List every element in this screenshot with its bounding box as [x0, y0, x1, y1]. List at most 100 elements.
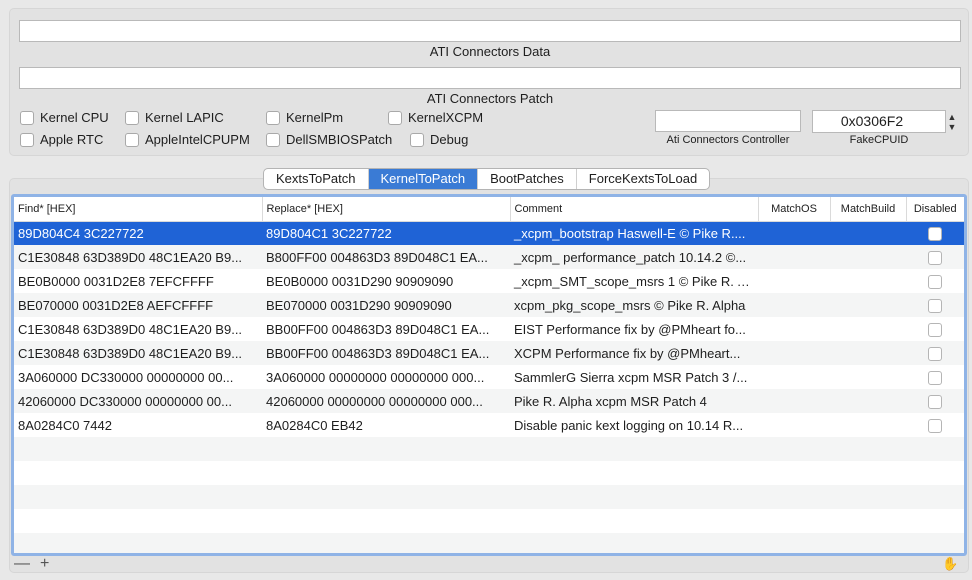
cell-matchbuild[interactable]: [830, 293, 906, 317]
cell-matchos[interactable]: [758, 245, 830, 269]
ati-connectors-controller-field[interactable]: [655, 110, 801, 132]
cell-find[interactable]: BE070000 0031D2E8 AEFCFFFF: [14, 293, 262, 317]
table-row[interactable]: BE070000 0031D2E8 AEFCFFFF BE070000 0031D…: [14, 293, 964, 317]
table-row[interactable]: 3A060000 DC330000 00000000 00... 3A060000…: [14, 365, 964, 389]
ati-connectors-data-field[interactable]: [19, 20, 961, 42]
fakecpuid-field[interactable]: 0x0306F2: [812, 110, 946, 133]
disabled-checkbox[interactable]: [928, 250, 942, 265]
column-header-matchos[interactable]: MatchOS: [758, 197, 831, 222]
kernel-cpu-checkbox[interactable]: Kernel CPU: [20, 110, 109, 125]
cell-replace[interactable]: 8A0284C0 EB42: [262, 413, 510, 437]
cell-find[interactable]: 3A060000 DC330000 00000000 00...: [14, 365, 262, 389]
cell-comment[interactable]: SammlerG Sierra xcpm MSR Patch 3 /...: [510, 365, 758, 389]
apple-intel-cpupm-checkbox[interactable]: AppleIntelCPUPM: [125, 132, 250, 147]
table-row[interactable]: BE0B0000 0031D2E8 7EFCFFFF BE0B0000 0031D…: [14, 269, 964, 293]
table-row[interactable]: 42060000 DC330000 00000000 00... 42060000…: [14, 389, 964, 413]
disabled-checkbox[interactable]: [928, 394, 942, 409]
cell-matchos[interactable]: [758, 341, 830, 365]
apple-rtc-checkbox[interactable]: Apple RTC: [20, 132, 103, 147]
cell-comment[interactable]: XCPM Performance fix by @PMheart...: [510, 341, 758, 365]
cell-matchbuild[interactable]: [830, 389, 906, 413]
cell-comment[interactable]: _xcpm_ performance_patch 10.14.2 ©...: [510, 245, 758, 269]
column-header-find[interactable]: Find* [HEX]: [14, 197, 263, 222]
disabled-checkbox[interactable]: [928, 274, 942, 289]
cell-find[interactable]: C1E30848 63D389D0 48C1EA20 B9...: [14, 245, 262, 269]
cell-disabled[interactable]: [906, 245, 964, 269]
disabled-checkbox[interactable]: [928, 370, 942, 385]
cell-comment[interactable]: EIST Performance fix by @PMheart fo...: [510, 317, 758, 341]
checkbox-box[interactable]: [266, 110, 280, 125]
column-header-replace[interactable]: Replace* [HEX]: [262, 197, 511, 222]
cell-comment[interactable]: _xcpm_bootstrap Haswell-E © Pike R....: [510, 221, 758, 245]
cell-replace[interactable]: B800FF00 004863D3 89D048C1 EA...: [262, 245, 510, 269]
cell-find[interactable]: C1E30848 63D389D0 48C1EA20 B9...: [14, 341, 262, 365]
checkbox-box[interactable]: [20, 110, 34, 125]
cell-disabled[interactable]: [906, 221, 964, 245]
table-row[interactable]: 8A0284C0 7442 8A0284C0 EB42 Disable panic …: [14, 413, 964, 437]
cell-disabled[interactable]: [906, 413, 964, 437]
cell-disabled[interactable]: [906, 293, 964, 317]
cell-disabled[interactable]: [906, 365, 964, 389]
tab-kexts-to-patch[interactable]: KextsToPatch: [264, 169, 369, 189]
checkbox-box[interactable]: [125, 132, 139, 147]
table-row[interactable]: C1E30848 63D389D0 48C1EA20 B9... B800FF00…: [14, 245, 964, 269]
cell-disabled[interactable]: [906, 269, 964, 293]
kernel-xcpm-checkbox[interactable]: KernelXCPM: [388, 110, 483, 125]
checkbox-box[interactable]: [410, 132, 424, 147]
cell-matchbuild[interactable]: [830, 341, 906, 365]
fakecpuid-stepper[interactable]: ▲ ▼: [944, 110, 960, 133]
ati-connectors-patch-field[interactable]: [19, 67, 961, 89]
remove-row-button[interactable]: —: [14, 555, 30, 573]
cell-disabled[interactable]: [906, 389, 964, 413]
dell-smbios-patch-checkbox[interactable]: DellSMBIOSPatch: [266, 132, 392, 147]
cell-replace[interactable]: 89D804C1 3C227722: [262, 221, 510, 245]
cell-matchos[interactable]: [758, 221, 830, 245]
disabled-checkbox[interactable]: [928, 346, 942, 361]
cell-comment[interactable]: Pike R. Alpha xcpm MSR Patch 4: [510, 389, 758, 413]
cell-find[interactable]: 8A0284C0 7442: [14, 413, 262, 437]
add-row-button[interactable]: +: [40, 555, 49, 573]
cell-matchos[interactable]: [758, 365, 830, 389]
table-row[interactable]: C1E30848 63D389D0 48C1EA20 B9... BB00FF00…: [14, 341, 964, 365]
cell-matchbuild[interactable]: [830, 365, 906, 389]
cell-matchbuild[interactable]: [830, 269, 906, 293]
cell-matchos[interactable]: [758, 413, 830, 437]
checkbox-box[interactable]: [388, 110, 402, 125]
tab-force-kexts-to-load[interactable]: ForceKextsToLoad: [577, 169, 709, 189]
kernel-pm-checkbox[interactable]: KernelPm: [266, 110, 343, 125]
tab-boot-patches[interactable]: BootPatches: [478, 169, 577, 189]
cell-replace[interactable]: BB00FF00 004863D3 89D048C1 EA...: [262, 317, 510, 341]
cell-matchos[interactable]: [758, 317, 830, 341]
cell-matchos[interactable]: [758, 389, 830, 413]
checkbox-box[interactable]: [266, 132, 280, 147]
debug-checkbox[interactable]: Debug: [410, 132, 468, 147]
cell-find[interactable]: 42060000 DC330000 00000000 00...: [14, 389, 262, 413]
chevron-down-icon[interactable]: ▼: [944, 122, 960, 132]
cell-comment[interactable]: Disable panic kext logging on 10.14 R...: [510, 413, 758, 437]
cell-find[interactable]: C1E30848 63D389D0 48C1EA20 B9...: [14, 317, 262, 341]
kernel-to-patch-table[interactable]: Find* [HEX] Replace* [HEX] Comment Match…: [11, 194, 967, 556]
cell-matchos[interactable]: [758, 269, 830, 293]
chevron-up-icon[interactable]: ▲: [944, 112, 960, 122]
column-header-comment[interactable]: Comment: [510, 197, 759, 222]
cell-find[interactable]: 89D804C4 3C227722: [14, 221, 262, 245]
cell-replace[interactable]: 3A060000 00000000 00000000 000...: [262, 365, 510, 389]
cell-disabled[interactable]: [906, 341, 964, 365]
cell-comment[interactable]: xcpm_pkg_scope_msrs © Pike R. Alpha: [510, 293, 758, 317]
disabled-checkbox[interactable]: [928, 298, 942, 313]
cell-matchos[interactable]: [758, 293, 830, 317]
cell-replace[interactable]: BE070000 0031D290 90909090: [262, 293, 510, 317]
table-row[interactable]: 89D804C4 3C227722 89D804C1 3C227722 _xcpm_…: [14, 221, 964, 245]
column-header-disabled[interactable]: Disabled: [906, 197, 964, 222]
cell-matchbuild[interactable]: [830, 413, 906, 437]
cell-matchbuild[interactable]: [830, 221, 906, 245]
checkbox-box[interactable]: [20, 132, 34, 147]
cell-replace[interactable]: BE0B0000 0031D290 90909090: [262, 269, 510, 293]
column-header-matchbuild[interactable]: MatchBuild: [830, 197, 907, 222]
cell-disabled[interactable]: [906, 317, 964, 341]
cell-matchbuild[interactable]: [830, 317, 906, 341]
cell-replace[interactable]: 42060000 00000000 00000000 000...: [262, 389, 510, 413]
tab-kernel-to-patch[interactable]: KernelToPatch: [368, 169, 479, 189]
cell-matchbuild[interactable]: [830, 245, 906, 269]
disabled-checkbox[interactable]: [928, 322, 942, 337]
